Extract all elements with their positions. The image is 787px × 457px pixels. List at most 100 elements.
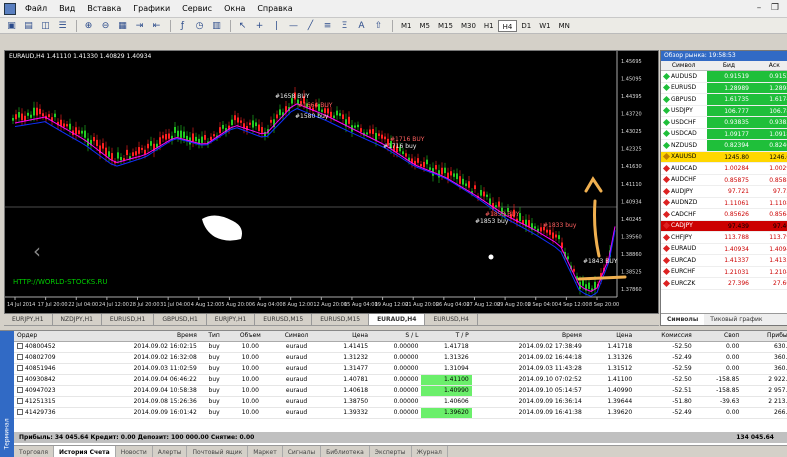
chart-tab[interactable]: EURUSD,M15 xyxy=(312,314,370,325)
market-watch-row[interactable]: XAUUSD 1245.80 1246.00 xyxy=(661,151,787,163)
periods-icon[interactable]: ◷ xyxy=(192,19,207,32)
table-row[interactable]: 41429736 2014.09.09 16:01:42 buy 10.00 eurau… xyxy=(14,407,787,419)
market-watch-row[interactable]: AUDCHF0.858750.85887 xyxy=(661,174,787,186)
tab-market[interactable]: Маркет xyxy=(248,446,283,457)
tf-w1[interactable]: W1 xyxy=(535,20,554,32)
col-open-time[interactable]: Время xyxy=(86,331,200,342)
market-watch-row[interactable]: EURAUD1.409341.40948 xyxy=(661,243,787,255)
market-watch-row[interactable]: AUDNZD1.110611.11081 xyxy=(661,197,787,209)
indicators-icon[interactable]: ƒ xyxy=(175,19,190,32)
menu-tools[interactable]: Сервис xyxy=(176,4,218,13)
autoscroll-icon[interactable]: ⇥ xyxy=(132,19,147,32)
arrows-icon[interactable]: ⇧ xyxy=(371,19,386,32)
tf-m1[interactable]: M1 xyxy=(397,20,416,32)
fibo-icon[interactable]: Ξ xyxy=(337,19,352,32)
horizontal-line-icon[interactable]: — xyxy=(286,19,301,32)
crosshair-icon[interactable]: + xyxy=(252,19,267,32)
col-close-time[interactable]: Время xyxy=(471,331,585,342)
market-watch-row[interactable]: CHFJPY113.788113.799 xyxy=(661,232,787,244)
col-tp[interactable]: T / P xyxy=(421,331,472,342)
table-row[interactable]: 41251315 2014.09.08 15:26:36 buy 10.00 eurau… xyxy=(14,396,787,408)
chart-tab[interactable]: EURJPY,H1 xyxy=(207,314,256,325)
table-row[interactable]: 40947023 2014.09.04 10:58:38 buy 10.00 eurau… xyxy=(14,385,787,397)
col-volume[interactable]: Объем xyxy=(228,331,273,342)
text-icon[interactable]: A xyxy=(354,19,369,32)
tf-m5[interactable]: M5 xyxy=(416,20,435,32)
tab-tick-chart[interactable]: Тиковый график xyxy=(704,314,768,325)
channel-icon[interactable]: ≡ xyxy=(320,19,335,32)
tf-d1[interactable]: D1 xyxy=(517,20,535,32)
col-type[interactable]: Тип xyxy=(199,331,229,342)
col-sl[interactable]: S / L xyxy=(371,331,422,342)
market-watch-row[interactable]: EURUSD1.289891.28989 xyxy=(661,82,787,94)
col-swap[interactable]: Своп xyxy=(694,331,743,342)
market-watch-row[interactable]: EURCHF1.210311.21041 xyxy=(661,266,787,278)
table-row[interactable]: 40930842 2014.09.04 06:46:22 buy 10.00 eurau… xyxy=(14,374,787,386)
tab-journal[interactable]: Журнал xyxy=(412,446,448,457)
tab-library[interactable]: Библиотека xyxy=(321,446,370,457)
market-watch-row[interactable]: EURCAD1.413371.41353 xyxy=(661,255,787,267)
menu-view[interactable]: Вид xyxy=(53,4,81,13)
chart-tab[interactable]: EURJPY,H1 xyxy=(4,314,53,325)
chart-tab-active[interactable]: EURAUD,H4 xyxy=(369,314,426,325)
chart-window[interactable]: 1.45695 1.45095 1.44395 1.43720 1.43025 1.423… xyxy=(4,50,659,314)
chart-shift-icon[interactable]: ⇤ xyxy=(149,19,164,32)
market-watch-row[interactable]: USDCAD1.091771.09182 xyxy=(661,128,787,140)
menu-insert[interactable]: Вставка xyxy=(81,4,127,13)
col-order[interactable]: Ордер xyxy=(14,331,87,342)
chart-tab[interactable]: EURUSD,H4 xyxy=(425,314,478,325)
tf-m15[interactable]: M15 xyxy=(434,20,457,32)
new-chart-icon[interactable]: ▣ xyxy=(4,19,19,32)
tf-h4[interactable]: H4 xyxy=(497,19,518,32)
tab-symbols[interactable]: Символы xyxy=(661,314,705,325)
tab-alerts[interactable]: Алерты xyxy=(153,446,188,457)
tab-news[interactable]: Новости xyxy=(116,446,153,457)
tf-mn[interactable]: MN xyxy=(555,20,574,32)
tab-account-history[interactable]: История Счета xyxy=(53,446,116,457)
chart-tab[interactable]: GBPUSD,H1 xyxy=(154,314,207,325)
table-row[interactable]: 40800452 2014.09.02 16:02:15 buy 10.00 eurau… xyxy=(14,341,787,353)
col-close-price[interactable]: Цена xyxy=(584,331,636,342)
market-watch-icon[interactable]: ◫ xyxy=(38,19,53,32)
chart-tab[interactable]: EURUSD,M15 xyxy=(255,314,313,325)
menu-windows[interactable]: Окна xyxy=(218,4,251,13)
tab-trade[interactable]: Торговля xyxy=(14,446,54,457)
zoom-out-icon[interactable]: ⊖ xyxy=(98,19,113,32)
col-open-price[interactable]: Цена xyxy=(320,331,372,342)
price-chart[interactable]: 1.45695 1.45095 1.44395 1.43720 1.43025 1.423… xyxy=(5,51,659,314)
profiles-icon[interactable]: ▤ xyxy=(21,19,36,32)
col-ask[interactable]: Аск xyxy=(752,61,787,70)
market-watch-row[interactable]: NZDUSD0.823940.82405 xyxy=(661,140,787,152)
minimize-icon[interactable]: – xyxy=(753,2,765,14)
market-watch-row[interactable]: GBPUSD1.617351.61740 xyxy=(661,94,787,106)
col-bid[interactable]: Бид xyxy=(706,61,751,70)
market-watch-row[interactable]: AUDJPY97.72197.731 xyxy=(661,186,787,198)
menu-help[interactable]: Справка xyxy=(251,4,298,13)
templates-icon[interactable]: ▥ xyxy=(209,19,224,32)
chart-tab[interactable]: EURUSD,H1 xyxy=(102,314,155,325)
trendline-icon[interactable]: ╱ xyxy=(303,19,318,32)
cursor-icon[interactable]: ↖ xyxy=(235,19,250,32)
menu-file[interactable]: Файл xyxy=(19,4,53,13)
market-watch-row[interactable]: CADCHF0.856260.85644 xyxy=(661,209,787,221)
menu-charts[interactable]: Графики xyxy=(127,4,176,13)
tf-m30[interactable]: M30 xyxy=(457,20,480,32)
col-commission[interactable]: Комиссия xyxy=(635,331,695,342)
market-watch-row[interactable]: CADJPY 97.439 97.460 xyxy=(661,220,787,232)
chart-tab[interactable]: NZDJPY,H1 xyxy=(53,314,102,325)
chart-back-arrow-icon[interactable]: ‹ xyxy=(33,239,41,263)
col-symbol[interactable]: Символ xyxy=(661,61,706,70)
tab-signals[interactable]: Сигналы xyxy=(283,446,322,457)
tab-mailbox[interactable]: Почтовый ящик xyxy=(187,446,249,457)
tab-experts[interactable]: Эксперты xyxy=(370,446,412,457)
market-watch-row[interactable]: EURCZK27.39627.607 xyxy=(661,278,787,290)
navigator-icon[interactable]: ☰ xyxy=(55,19,70,32)
market-watch-row[interactable]: AUDUSD0.915190.91523 xyxy=(661,71,787,83)
vertical-line-icon[interactable]: | xyxy=(269,19,284,32)
tf-h1[interactable]: H1 xyxy=(480,20,498,32)
col-symbol[interactable]: Символ xyxy=(272,331,321,342)
tile-windows-icon[interactable]: ▦ xyxy=(115,19,130,32)
market-watch-row[interactable]: USDJPY106.777106.782 xyxy=(661,105,787,117)
zoom-in-icon[interactable]: ⊕ xyxy=(81,19,96,32)
restore-icon[interactable]: ❐ xyxy=(769,2,781,14)
